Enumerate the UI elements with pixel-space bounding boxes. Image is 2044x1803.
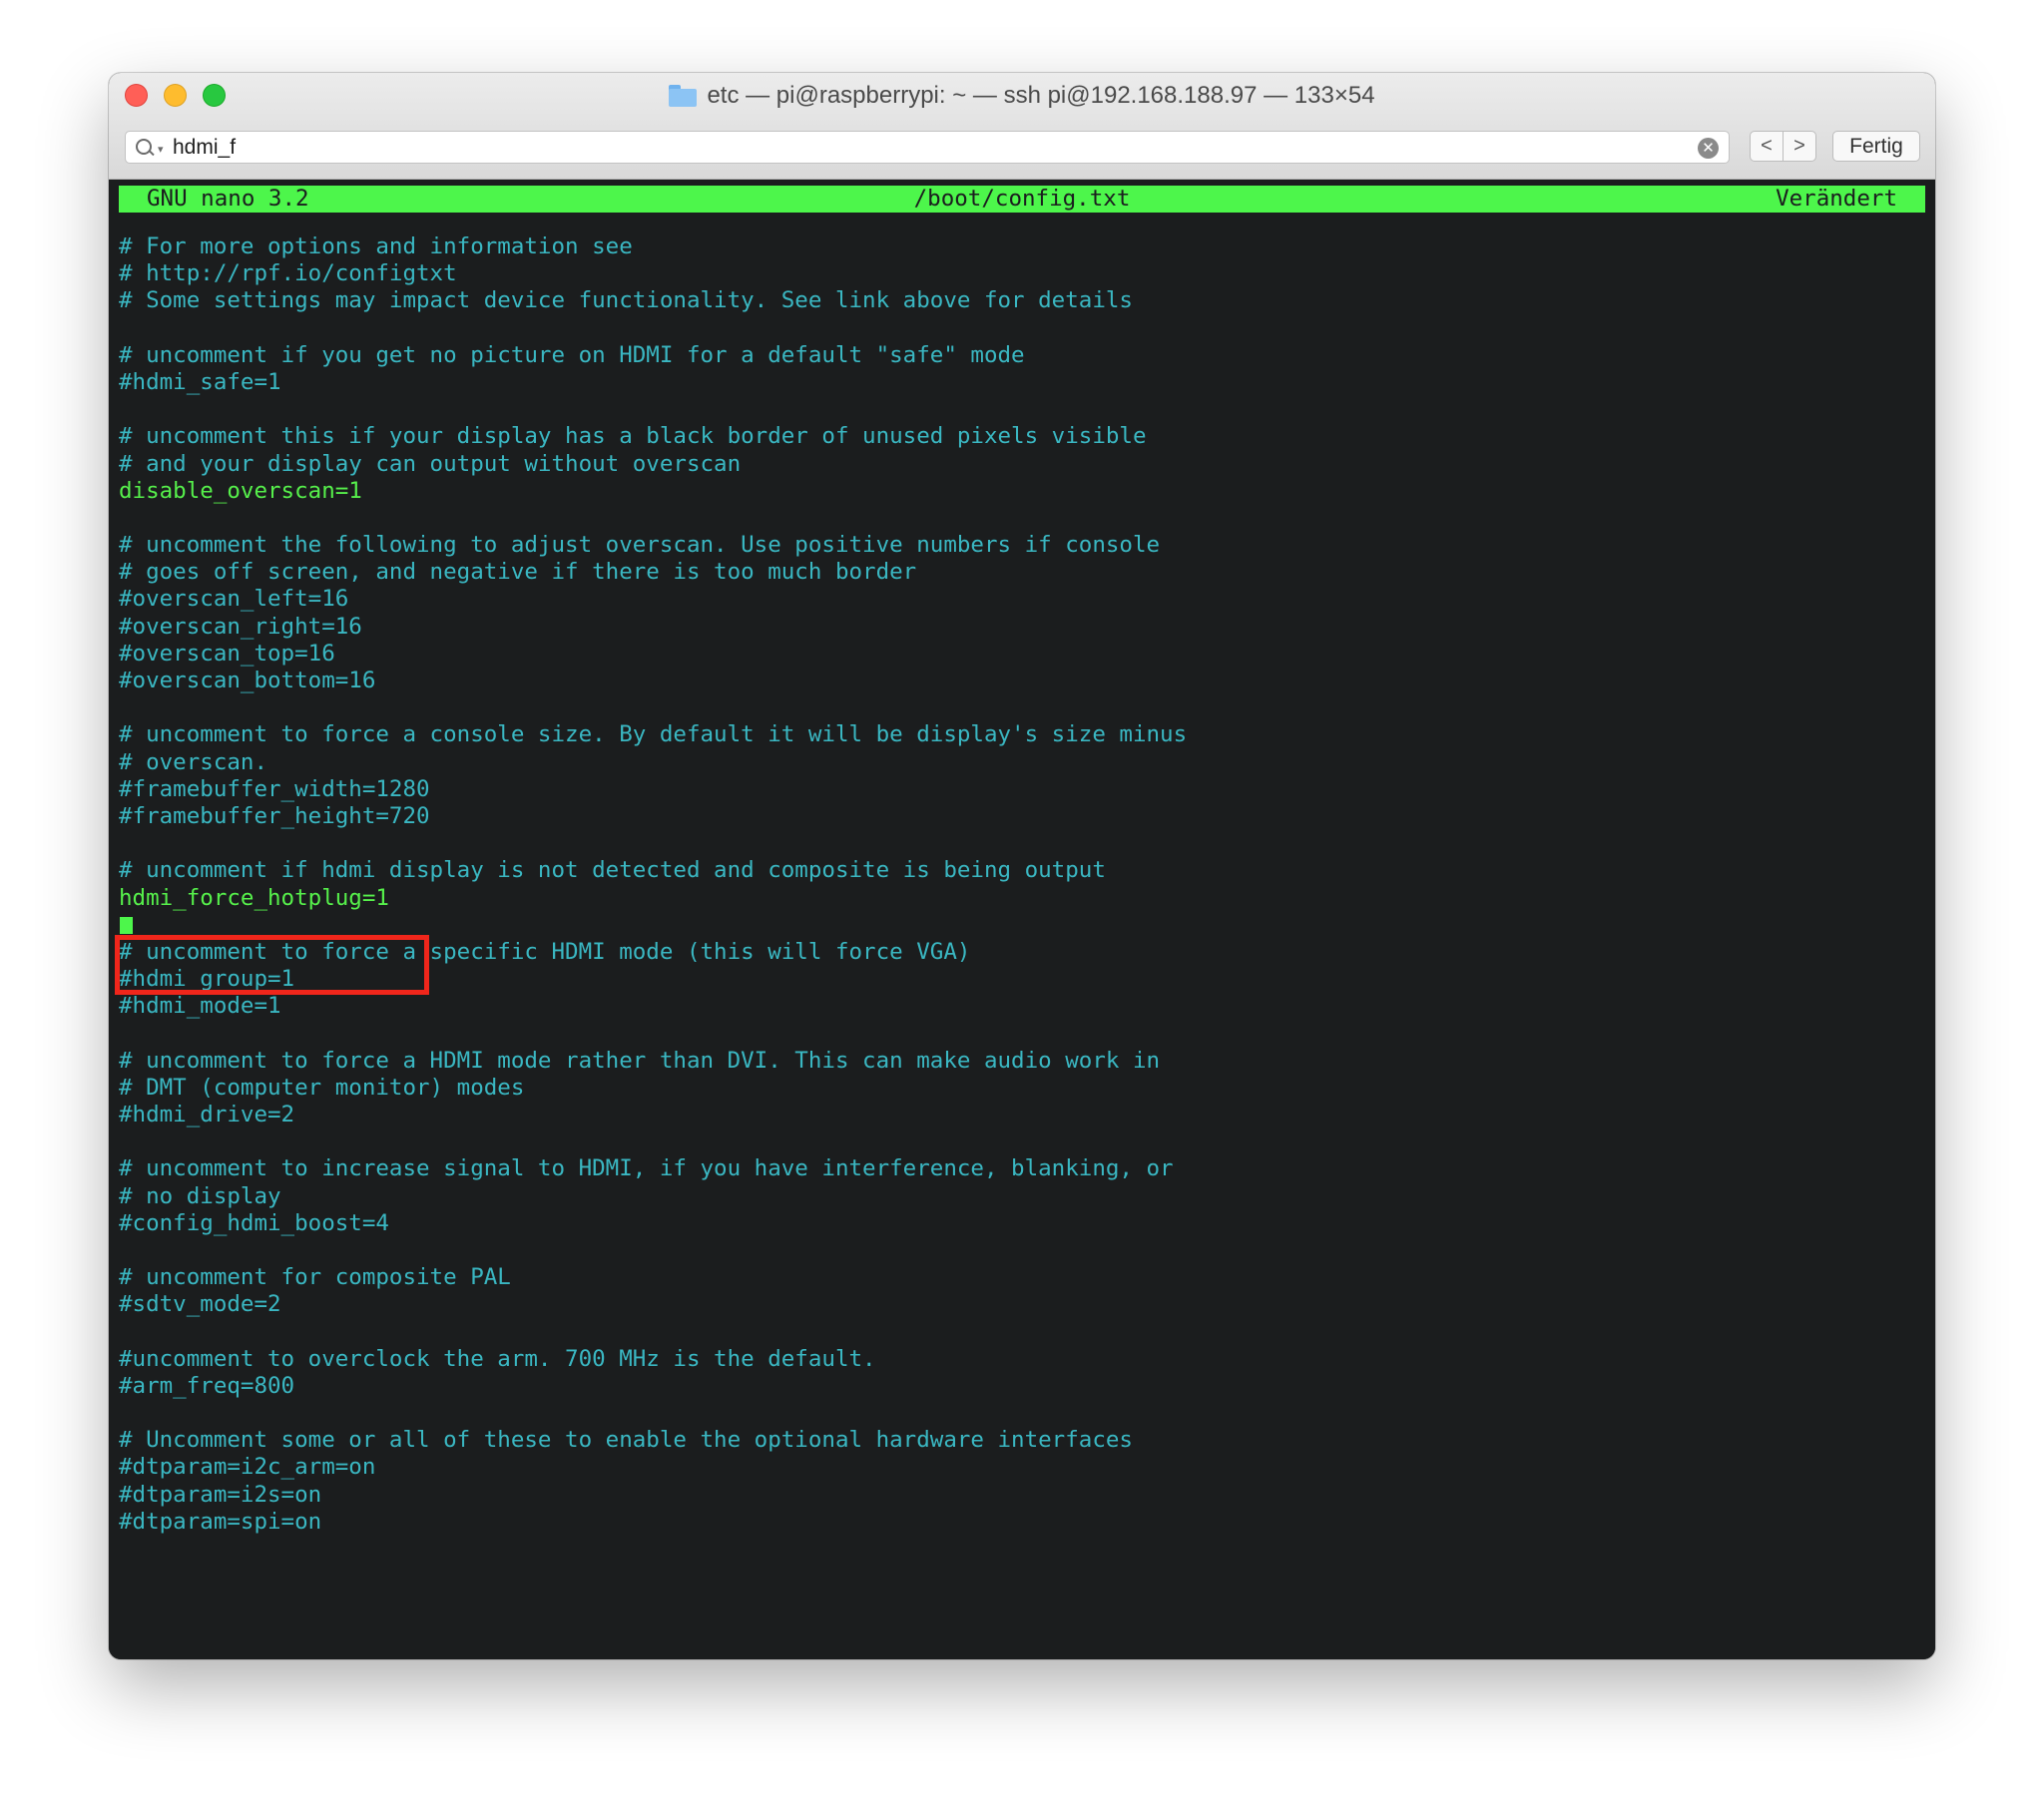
editor-line[interactable]: #hdmi_mode=1 xyxy=(119,993,1925,1020)
window-title: etc — pi@raspberrypi: ~ — ssh pi@192.168… xyxy=(707,82,1375,109)
chevron-right-icon: > xyxy=(1793,135,1805,157)
editor-line[interactable]: #sdtv_mode=2 xyxy=(119,1291,1925,1318)
editor-line[interactable]: #overscan_right=16 xyxy=(119,614,1925,641)
editor-line[interactable]: # uncomment for composite PAL xyxy=(119,1264,1925,1291)
editor-line[interactable]: #dtparam=i2c_arm=on xyxy=(119,1454,1925,1481)
editor-line[interactable]: # uncomment to force a HDMI mode rather … xyxy=(119,1048,1925,1075)
editor-line[interactable] xyxy=(119,396,1925,423)
editor-line[interactable]: # uncomment this if your display has a b… xyxy=(119,423,1925,450)
editor-buffer[interactable]: # For more options and information see # … xyxy=(119,233,1925,1536)
editor-line[interactable]: # overscan. xyxy=(119,749,1925,776)
window-title-row: etc — pi@raspberrypi: ~ — ssh pi@192.168… xyxy=(109,79,1935,113)
editor-line[interactable]: #overscan_bottom=16 xyxy=(119,668,1925,694)
editor-line[interactable]: #dtparam=spi=on xyxy=(119,1509,1925,1536)
nano-filename: /boot/config.txt xyxy=(913,186,1131,212)
editor-line[interactable]: hdmi_force_hotplug=1 xyxy=(119,885,1925,912)
editor-line[interactable]: #framebuffer_height=720 xyxy=(119,803,1925,830)
editor-line[interactable]: # uncomment if hdmi display is not detec… xyxy=(119,857,1925,884)
editor-line[interactable]: # uncomment the following to adjust over… xyxy=(119,532,1925,559)
editor-line[interactable]: #overscan_top=16 xyxy=(119,641,1925,668)
editor-line[interactable]: #overscan_left=16 xyxy=(119,586,1925,613)
editor-line[interactable]: # Some settings may impact device functi… xyxy=(119,287,1925,314)
title-bar: etc — pi@raspberrypi: ~ — ssh pi@192.168… xyxy=(109,73,1935,180)
editor-line[interactable]: disable_overscan=1 xyxy=(119,478,1925,505)
editor-line[interactable]: #dtparam=i2s=on xyxy=(119,1482,1925,1509)
chevron-left-icon: < xyxy=(1761,135,1773,157)
editor-line[interactable] xyxy=(119,505,1925,532)
editor-line[interactable] xyxy=(119,1319,1925,1346)
editor-line[interactable]: # DMT (computer monitor) modes xyxy=(119,1075,1925,1102)
editor-line[interactable]: # and your display can output without ov… xyxy=(119,451,1925,478)
find-next-button[interactable]: > xyxy=(1783,131,1816,162)
editor-line[interactable]: # uncomment if you get no picture on HDM… xyxy=(119,342,1925,369)
editor-line[interactable]: # no display xyxy=(119,1183,1925,1210)
editor-line[interactable]: # For more options and information see xyxy=(119,233,1925,260)
done-button-label: Fertig xyxy=(1849,134,1903,158)
editor-line[interactable]: #uncomment to overclock the arm. 700 MHz… xyxy=(119,1346,1925,1373)
editor-line[interactable] xyxy=(119,1020,1925,1047)
nano-modified-status: Verändert xyxy=(1776,186,1897,212)
editor-line[interactable] xyxy=(119,912,1925,939)
terminal-content[interactable]: GNU nano 3.2 /boot/config.txt Verändert … xyxy=(109,180,1935,1659)
folder-icon xyxy=(669,85,698,107)
editor-line[interactable]: # uncomment to increase signal to HDMI, … xyxy=(119,1155,1925,1182)
clear-search-icon[interactable]: ✕ xyxy=(1698,138,1719,159)
editor-line[interactable]: #hdmi_group=1 xyxy=(119,966,1925,993)
editor-line[interactable] xyxy=(119,1400,1925,1427)
editor-line[interactable] xyxy=(119,315,1925,342)
terminal-window: etc — pi@raspberrypi: ~ — ssh pi@192.168… xyxy=(109,73,1935,1659)
editor-line[interactable]: # uncomment to force a console size. By … xyxy=(119,721,1925,748)
find-previous-button[interactable]: < xyxy=(1750,131,1784,162)
editor-line[interactable]: # http://rpf.io/configtxt xyxy=(119,260,1925,287)
editor-line[interactable]: #framebuffer_width=1280 xyxy=(119,776,1925,803)
done-button[interactable]: Fertig xyxy=(1832,131,1920,162)
search-icon[interactable]: ▾ xyxy=(136,137,166,159)
editor-line[interactable]: #arm_freq=800 xyxy=(119,1373,1925,1400)
editor-line[interactable] xyxy=(119,1128,1925,1155)
editor-line[interactable]: # goes off screen, and negative if there… xyxy=(119,559,1925,586)
editor-line[interactable]: #hdmi_drive=2 xyxy=(119,1102,1925,1128)
find-bar[interactable]: ▾ ✕ xyxy=(125,131,1730,164)
editor-line[interactable]: #config_hdmi_boost=4 xyxy=(119,1210,1925,1237)
editor-line[interactable]: # Uncomment some or all of these to enab… xyxy=(119,1427,1925,1454)
editor-line[interactable]: # uncomment to force a specific HDMI mod… xyxy=(119,939,1925,966)
editor-line[interactable] xyxy=(119,830,1925,857)
text-cursor xyxy=(120,916,133,934)
nano-header-bar: GNU nano 3.2 /boot/config.txt Verändert xyxy=(119,186,1925,213)
editor-line[interactable] xyxy=(119,694,1925,721)
editor-line[interactable]: #hdmi_safe=1 xyxy=(119,369,1925,396)
editor-line[interactable] xyxy=(119,1237,1925,1264)
search-input[interactable] xyxy=(173,134,1670,161)
